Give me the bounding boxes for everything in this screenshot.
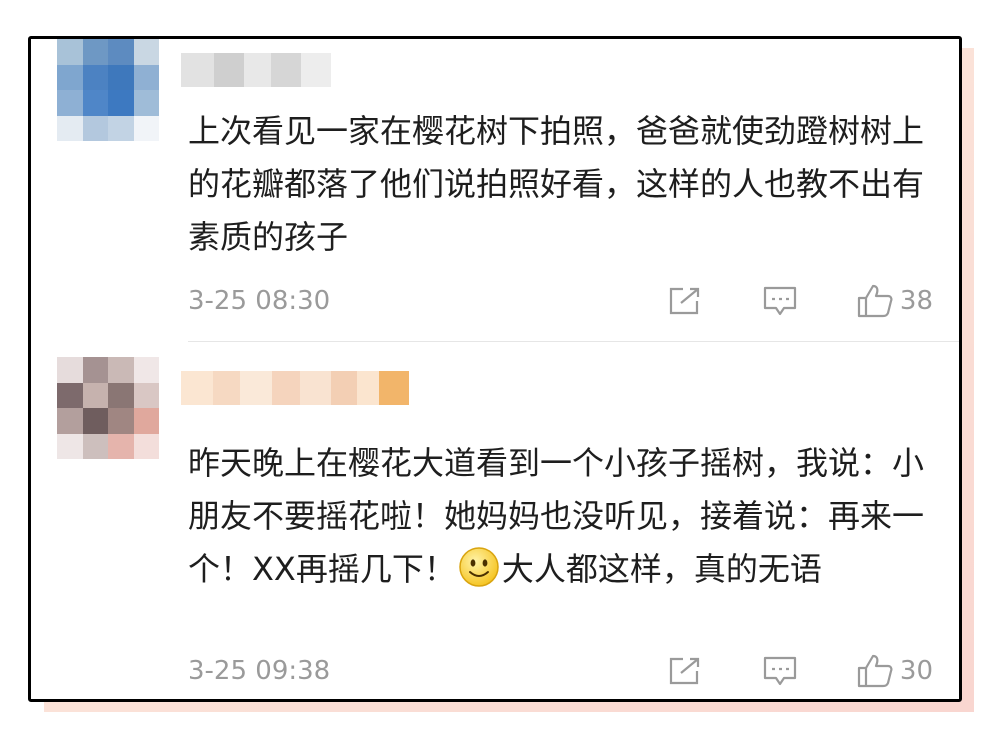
pixelated-avatar-icon[interactable] [57,39,159,141]
comment-actions: 30 [668,653,933,689]
share-icon[interactable] [668,656,702,686]
comment-time: 3-25 09:38 [188,656,331,686]
comment-item: 昨天晚上在樱花大道看到一个小孩子摇树，我说：小朋友不要摇花啦！她妈妈也没听见，接… [31,357,959,699]
like-count: 38 [899,286,933,316]
comment-meta: 3-25 09:38 30 [188,653,933,689]
like-count: 30 [899,656,933,686]
comment-card: 上次看见一家在樱花树下拍照，爸爸就使劲蹬树树上的花瓣都落了他们说拍照好看，这样的… [28,36,962,702]
username-blurred[interactable] [181,371,409,405]
like-button[interactable]: 38 [856,283,933,319]
smile-emoji-icon [459,547,499,587]
thumbs-up-icon [856,283,894,319]
comment-text: 昨天晚上在樱花大道看到一个小孩子摇树，我说：小朋友不要摇花啦！她妈妈也没听见，接… [188,437,928,596]
comment-time: 3-25 08:30 [188,286,331,316]
reply-icon[interactable] [762,285,798,317]
like-button[interactable]: 30 [856,653,933,689]
comment-text-part: 大人都这样，真的无语 [501,550,822,588]
username-blurred[interactable] [181,53,331,87]
comment-divider [188,341,959,342]
thumbs-up-icon [856,653,894,689]
reply-icon[interactable] [762,655,798,687]
comment-item: 上次看见一家在樱花树下拍照，爸爸就使劲蹬树树上的花瓣都落了他们说拍照好看，这样的… [31,39,959,339]
share-icon[interactable] [668,286,702,316]
pixelated-avatar-icon[interactable] [57,357,159,459]
comment-text: 上次看见一家在樱花树下拍照，爸爸就使劲蹬树树上的花瓣都落了他们说拍照好看，这样的… [188,112,925,256]
comment-actions: 38 [668,283,933,319]
comment-meta: 3-25 08:30 38 [188,283,933,319]
